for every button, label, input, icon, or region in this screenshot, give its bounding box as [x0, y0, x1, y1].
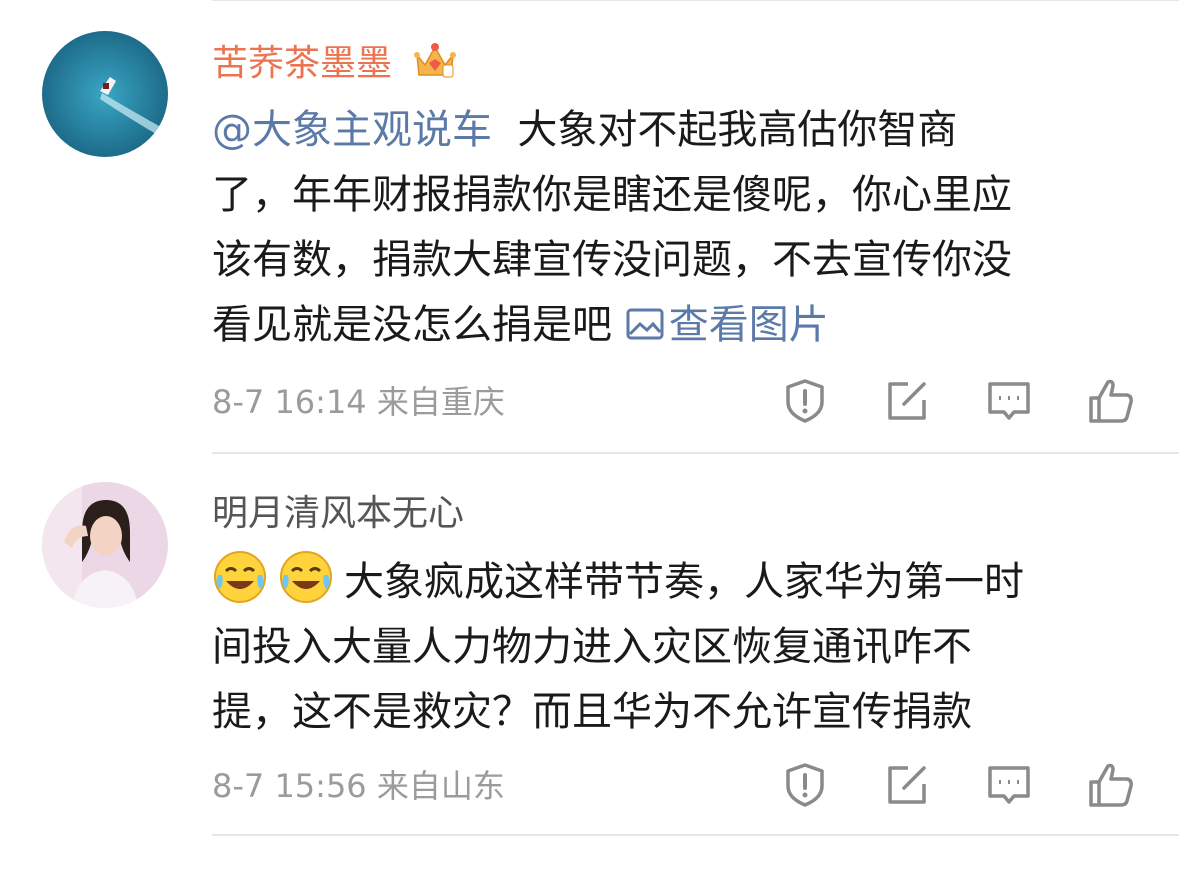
top-divider: [212, 0, 1179, 1]
text-line: 大象疯成这样带节奏，人家华为第一时: [212, 549, 1112, 615]
text-segment: 看见就是没怎么捐是吧: [212, 302, 625, 348]
username-text[interactable]: 苦荞茶墨墨: [212, 43, 392, 84]
laugh-cry-emoji: [214, 551, 266, 603]
username[interactable]: 明月清风本无心: [212, 492, 464, 536]
text-line: 了，年年财报捐款你是瞎还是傻呢，你心里应: [212, 172, 1012, 218]
username[interactable]: 苦荞茶墨墨: [212, 41, 457, 92]
text-line: 提，这不是救灾？而且华为不允许宣传捐款: [212, 689, 972, 735]
report-icon[interactable]: [780, 760, 830, 810]
like-icon[interactable]: [1086, 376, 1136, 426]
comment-divider: [212, 834, 1179, 836]
action-bar: [0, 760, 1179, 810]
share-icon[interactable]: [882, 760, 932, 810]
text-segment: 大象疯成这样带节奏，人家华为第一时: [344, 559, 1024, 605]
view-image-label[interactable]: 查看图片: [669, 302, 829, 348]
vip-crown-icon: [413, 41, 457, 92]
text-line: 看见就是没怎么捐是吧 查看图片: [212, 293, 1112, 358]
view-image-link[interactable]: 查看图片: [625, 302, 829, 348]
text-line: 间投入大量人力物力进入灾区恢复通讯咋不: [212, 624, 972, 670]
text-line: 该有数，捐款大肆宣传没问题，不去宣传你没: [212, 237, 1012, 283]
laugh-cry-emoji: [280, 551, 332, 603]
comment-icon[interactable]: [984, 376, 1034, 426]
comment-icon[interactable]: [984, 760, 1034, 810]
like-icon[interactable]: [1086, 760, 1136, 810]
avatar[interactable]: [42, 482, 168, 608]
comment-body: 大象疯成这样带节奏，人家华为第一时 间投入大量人力物力进入灾区恢复通讯咋不 提，…: [212, 549, 1112, 745]
comment-divider: [212, 452, 1179, 454]
username-text[interactable]: 明月清风本无心: [212, 493, 464, 534]
avatar[interactable]: [42, 31, 168, 157]
text-segment: 大象对不起我高估你智商: [492, 107, 958, 153]
action-bar: [0, 376, 1179, 426]
text-line: @大象主观说车 大象对不起我高估你智商: [212, 98, 1112, 163]
image-icon: [626, 308, 664, 340]
comment-list: 苦荞茶墨墨 @大象主观说车 大象对不起我高估你智商 了，年年财报捐款你是瞎还是傻…: [0, 0, 1179, 877]
share-icon[interactable]: [882, 376, 932, 426]
comment-body: @大象主观说车 大象对不起我高估你智商 了，年年财报捐款你是瞎还是傻呢，你心里应…: [212, 98, 1112, 358]
report-icon[interactable]: [780, 376, 830, 426]
mention-link[interactable]: @大象主观说车: [212, 107, 492, 153]
